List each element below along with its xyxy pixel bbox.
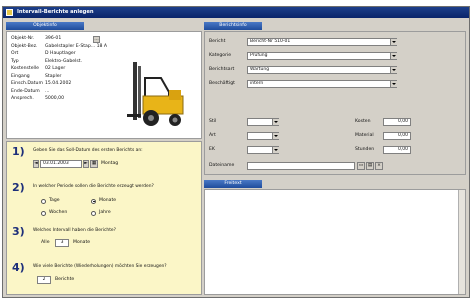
berichtsinfo-dropdown[interactable]: Prüfung: [247, 52, 397, 60]
dateiname-field[interactable]: [247, 162, 355, 170]
period-option-label: Wochen: [49, 210, 68, 215]
objectinfo-value: 396-01: [45, 36, 62, 41]
objectinfo-label: Kostenstelle: [11, 66, 39, 71]
period-option-label: Jahre: [99, 210, 111, 215]
period-radio-wochen[interactable]: [41, 210, 46, 216]
step2-number: 2): [12, 181, 25, 194]
objectinfo-value: Stapler: [45, 73, 62, 79]
report-count-field[interactable]: 2: [37, 276, 51, 284]
dateiname-label: Dateiname: [209, 163, 235, 168]
period-option-label: Tage: [49, 198, 60, 203]
objectinfo-label: Eingang: [11, 73, 30, 79]
step4-text: Wie viele Berichte (Wiederholungen) möch…: [33, 264, 167, 269]
forklift-icon: [127, 62, 184, 126]
chevron-down-icon[interactable]: [390, 39, 397, 45]
cost-label: Stunden: [355, 147, 375, 152]
objectinfo-value: 02 Lager: [45, 66, 66, 71]
interval-wizard-panel: 1) Geben Sie das Soll-Datum des ersten B…: [6, 141, 202, 295]
step1-text: Geben Sie das Soll-Datum des ersten Beri…: [33, 148, 143, 153]
berichtsinfo-panel: Bericht Bericht-Nr 510-01 Kategorie Prüfung…: [204, 31, 466, 175]
interval-prefix: Alle: [41, 240, 50, 245]
chevron-down-icon[interactable]: [272, 133, 279, 139]
step3-text: Welches Intervall haben die Berichte?: [33, 228, 116, 233]
objectinfo-value: 15.04.2002: [45, 81, 72, 86]
objectinfo-label: Ende-Datum: [11, 88, 40, 94]
chevron-down-icon[interactable]: [390, 81, 397, 87]
open-icon[interactable]: ▤: [366, 162, 374, 170]
period-radio-jahre[interactable]: [91, 210, 96, 216]
objectinfo-label: Objekt-Bez.: [11, 43, 38, 49]
cost-field[interactable]: 0,00: [383, 132, 411, 140]
title-bar: Intervall-Berichte anlegen: [3, 7, 469, 18]
freitext-area[interactable]: [204, 189, 466, 295]
chevron-down-icon[interactable]: [272, 119, 279, 125]
berichtsinfo-small-label: Art: [209, 133, 216, 138]
object-select-button[interactable]: …: [93, 36, 100, 43]
objectinfo-value: D Hauptlager: [45, 51, 76, 56]
step1-number: 1): [12, 145, 25, 158]
berichtsinfo-dropdown[interactable]: intern: [247, 80, 397, 88]
chevron-down-icon[interactable]: [390, 53, 397, 59]
objectinfo-label: Einsch.Datum: [11, 81, 43, 86]
cost-field[interactable]: 0,00: [383, 146, 411, 154]
period-radio-tage[interactable]: [41, 198, 46, 204]
cost-label: Material: [355, 133, 374, 138]
objectinfo-value: 5000,00: [45, 96, 64, 101]
berichtsinfo-label: Bericht: [209, 39, 226, 44]
cost-field[interactable]: 0,00: [383, 118, 411, 126]
objectinfo-value: ...: [45, 88, 50, 94]
date-next-button[interactable]: ►: [83, 160, 89, 168]
dialog-window: Intervall-Berichte anlegen Objektinfo Ob…: [2, 6, 470, 298]
close-icon[interactable]: ×: [375, 162, 383, 170]
berichtsinfo-label: Kategorie: [209, 53, 232, 58]
berichtsinfo-small-label: Stil: [209, 119, 217, 124]
calendar-button[interactable]: ▦: [90, 160, 98, 168]
objectinfo-panel: Objekt-Nr. 396-01 Objekt-Bez. Gabelstapler …: [6, 31, 202, 139]
objectinfo-label: Ort: [11, 51, 19, 56]
objectinfo-label: Typ: [11, 58, 19, 64]
report-count-suffix: Berichte: [55, 277, 75, 282]
step2-text: In welcher Periode sollen die Berichte e…: [33, 184, 154, 189]
chevron-down-icon[interactable]: [390, 67, 397, 73]
berichtsinfo-label: Berichtsart: [209, 67, 235, 72]
period-radio-monate[interactable]: [91, 198, 96, 204]
date-prev-button[interactable]: ◄: [33, 160, 39, 168]
objectinfo-value: Elektro-Gabelst.: [45, 58, 83, 64]
objectinfo-label: Ansprech.: [11, 96, 34, 101]
objectinfo-header: Objektinfo: [6, 22, 84, 30]
weekday-label: Montag: [101, 161, 119, 166]
folder-icon[interactable]: ▭: [357, 162, 365, 170]
berichtsinfo-label: Beschäftigt: [209, 81, 235, 86]
period-option-label: Monate: [99, 198, 117, 203]
app-icon: [6, 9, 13, 16]
objectinfo-label: Objekt-Nr.: [11, 36, 35, 41]
berichtsinfo-small-label: EK: [209, 147, 215, 152]
step4-number: 4): [12, 261, 25, 274]
step3-number: 3): [12, 225, 25, 238]
cost-label: Kosten: [355, 119, 371, 124]
freitext-header: Freitext: [204, 180, 262, 188]
interval-suffix: Monate: [73, 240, 91, 245]
chevron-down-icon[interactable]: [272, 147, 279, 153]
start-date-field[interactable]: 03.01.2003: [40, 160, 82, 168]
window-title: Intervall-Berichte anlegen: [17, 9, 94, 15]
berichtsinfo-header: Berichtsinfo: [204, 22, 262, 30]
objectinfo-value: Gabelstapler E-Stap... 18 A: [45, 43, 108, 49]
berichtsinfo-dropdown[interactable]: Bericht-Nr 510-01: [247, 38, 397, 46]
freitext-scrollbar[interactable]: [458, 190, 465, 294]
interval-value-field[interactable]: 3: [55, 239, 69, 247]
berichtsinfo-dropdown[interactable]: Wartung: [247, 66, 397, 74]
